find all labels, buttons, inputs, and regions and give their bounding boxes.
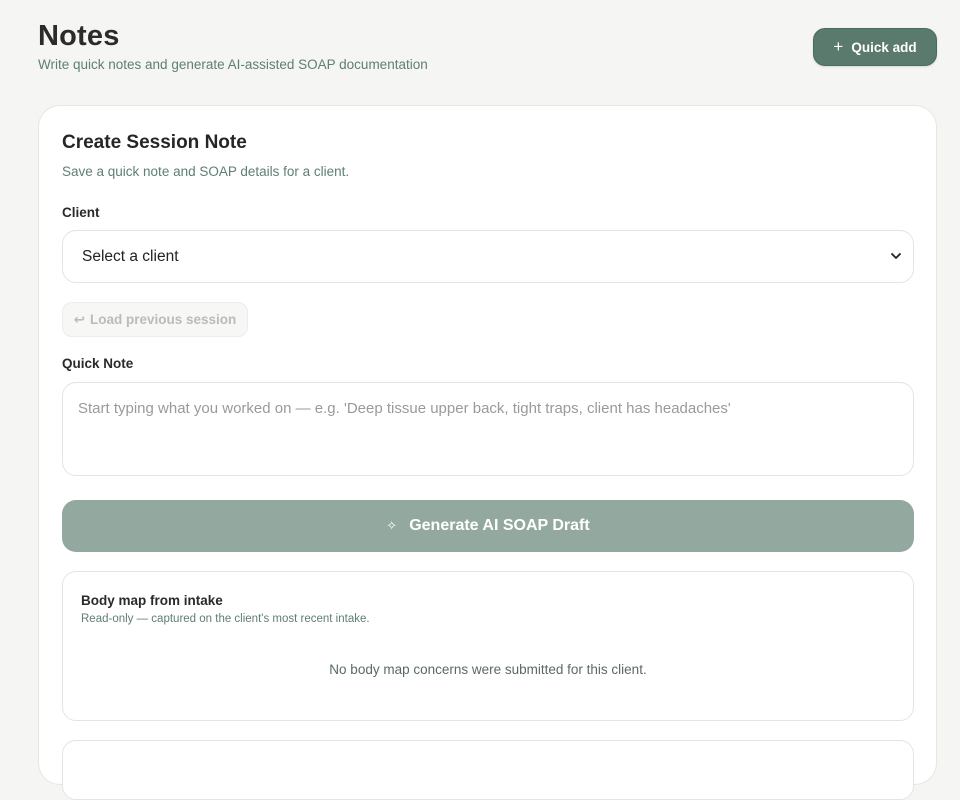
quick-note-placeholder: Start typing what you worked on — e.g. '… — [78, 400, 731, 417]
page-subtitle: Write quick notes and generate AI-assist… — [38, 57, 428, 72]
client-label: Client — [62, 205, 100, 220]
quick-add-button[interactable]: + Quick add — [813, 28, 937, 66]
page-title: Notes — [38, 20, 120, 52]
quick-add-label: Quick add — [851, 39, 917, 55]
card-title: Create Session Note — [62, 132, 247, 153]
card-subtitle: Save a quick note and SOAP details for a… — [62, 164, 350, 179]
body-map-empty-text: No body map concerns were submitted for … — [329, 662, 647, 677]
body-map-subtitle: Read-only — captured on the client's mos… — [81, 613, 370, 625]
plus-icon: + — [833, 37, 844, 56]
client-select-value: Select a client — [82, 247, 179, 265]
load-previous-label: Load previous session — [90, 312, 237, 327]
body-map-title: Body map from intake — [81, 593, 223, 608]
sparkle-icon: ✧ — [386, 518, 398, 533]
client-select[interactable]: Select a client — [62, 230, 914, 283]
create-session-note-card: Create Session Note Save a quick note an… — [38, 105, 937, 800]
chevron-down-icon — [889, 250, 903, 264]
quick-note-input[interactable]: Start typing what you worked on — e.g. '… — [62, 382, 914, 476]
generate-soap-draft-button[interactable]: ✧ Generate AI SOAP Draft — [62, 500, 914, 552]
quick-note-label: Quick Note — [62, 356, 134, 371]
generate-label: Generate AI SOAP Draft — [409, 517, 590, 534]
return-arrow-icon: ↩ — [73, 311, 85, 327]
load-previous-session-button[interactable]: ↩ Load previous session — [62, 302, 248, 337]
body-map-panel: Body map from intake Read-only — capture… — [62, 571, 914, 721]
page-header: Notes Write quick notes and generate AI-… — [38, 20, 428, 72]
next-section-panel — [62, 740, 914, 800]
